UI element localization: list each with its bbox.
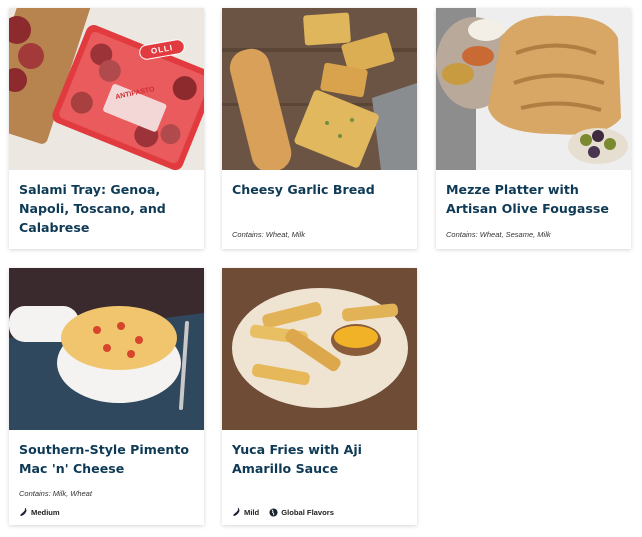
product-card-salami-tray[interactable]: OLLI ANTIPASTO Salami Tray: Genoa, Napol… [9, 8, 204, 249]
product-card-yuca-fries[interactable]: Yuca Fries with Aji Amarillo Sauce Mild … [222, 268, 417, 525]
spice-level-label: Mild [244, 508, 260, 517]
allergen-info: Contains: Milk, Wheat [19, 489, 92, 498]
product-card-mezze-platter[interactable]: Mezze Platter with Artisan Olive Fougass… [436, 8, 631, 249]
product-card-cheesy-garlic-bread[interactable]: Cheesy Garlic Bread Contains: Wheat, Mil… [222, 8, 417, 249]
pepper-icon [232, 508, 241, 517]
product-title[interactable]: Yuca Fries with Aji Amarillo Sauce [232, 440, 410, 478]
product-title[interactable]: Salami Tray: Genoa, Napoli, Toscano, and… [19, 180, 197, 237]
global-flavors-tag: Global Flavors [269, 508, 334, 517]
product-grid: OLLI ANTIPASTO Salami Tray: Genoa, Napol… [0, 0, 642, 537]
allergen-info: Contains: Wheat, Sesame, Milk [446, 230, 551, 239]
mezze-platter-photo[interactable] [436, 8, 631, 170]
spice-level-label: Medium [31, 508, 60, 517]
product-title[interactable]: Southern-Style Pimento Mac 'n' Cheese [19, 440, 197, 478]
pepper-icon [19, 508, 28, 517]
pimento-mac-cheese-photo[interactable] [9, 268, 204, 430]
spice-level-tag: Mild [232, 508, 259, 517]
product-card-pimento-mac-cheese[interactable]: Southern-Style Pimento Mac 'n' Cheese Co… [9, 268, 204, 525]
product-tags: Medium [19, 508, 60, 517]
yuca-fries-photo[interactable] [222, 268, 417, 430]
global-flavors-label: Global Flavors [281, 508, 334, 517]
product-title[interactable]: Mezze Platter with Artisan Olive Fougass… [446, 180, 624, 218]
allergen-info: Contains: Wheat, Milk [232, 230, 305, 239]
globe-icon [269, 508, 278, 517]
salami-tray-photo[interactable]: OLLI ANTIPASTO [9, 8, 204, 170]
spice-level-tag: Medium [19, 508, 60, 517]
product-title[interactable]: Cheesy Garlic Bread [232, 180, 410, 199]
product-tags: Mild Global Flavors [232, 508, 334, 517]
cheesy-garlic-bread-photo[interactable] [222, 8, 417, 170]
